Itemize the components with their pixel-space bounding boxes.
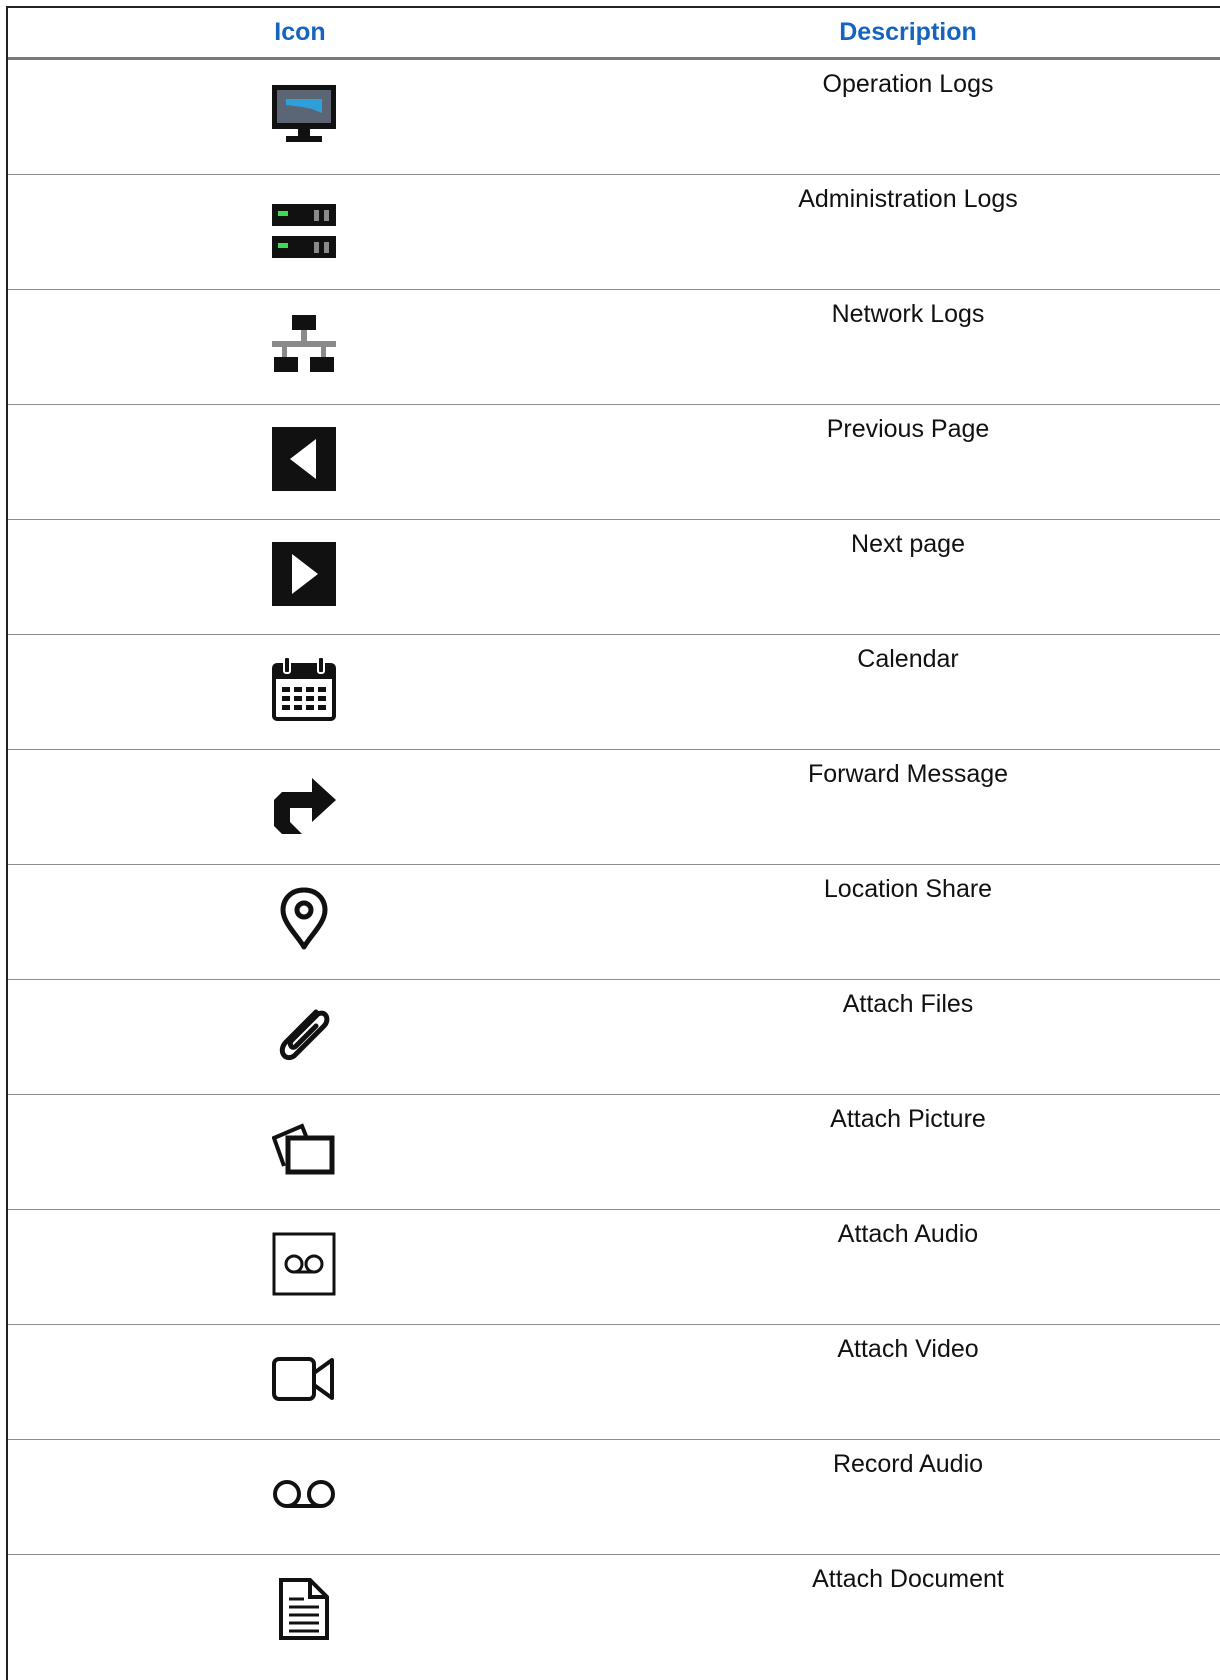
row-description: Previous Page — [826, 415, 990, 443]
voicemail-icon — [270, 1460, 338, 1528]
table-row: Location Share — [8, 865, 1220, 980]
table-row: Attach Document — [8, 1555, 1220, 1670]
table-row: Attach Audio — [8, 1210, 1220, 1325]
row-description: Attach Document — [812, 1565, 1004, 1593]
location-pin-icon — [270, 885, 338, 953]
row-description: Calendar — [857, 645, 959, 673]
table-row: Next page — [8, 520, 1220, 635]
table-row: Attach Video — [8, 1325, 1220, 1440]
document-icon — [270, 1575, 338, 1643]
table-row: Operation Logs — [8, 60, 1220, 175]
row-description: Attach Video — [837, 1335, 979, 1363]
video-camera-icon — [270, 1345, 338, 1413]
table-row: Calendar — [8, 635, 1220, 750]
row-description: Forward Message — [807, 760, 1009, 788]
row-description: Attach Picture — [830, 1105, 986, 1133]
server-icon — [270, 195, 338, 263]
row-description: Administration Logs — [798, 185, 1018, 213]
voicemail-box-icon — [270, 1230, 338, 1298]
row-description: Record Audio — [832, 1450, 984, 1478]
table-header: Icon Description — [8, 8, 1220, 60]
icon-table: Icon Description Operation Logs Administ… — [6, 6, 1220, 1680]
monitor-icon — [270, 80, 338, 148]
table-row: Attach Files — [8, 980, 1220, 1095]
description-column-header: Description — [839, 18, 977, 46]
table-row: Attach Picture — [8, 1095, 1220, 1210]
row-description: Attach Audio — [837, 1220, 979, 1248]
table-row: Forward Message — [8, 750, 1220, 865]
table-row: Previous Page — [8, 405, 1220, 520]
table-row: Administration Logs — [8, 175, 1220, 290]
network-icon — [270, 310, 338, 378]
forward-arrow-icon — [270, 770, 338, 838]
row-description: Location Share — [823, 875, 993, 903]
icon-column-header: Icon — [274, 18, 326, 46]
table-row: Record Audio — [8, 1440, 1220, 1555]
row-description: Attach Files — [842, 990, 974, 1018]
picture-icon — [270, 1115, 338, 1183]
row-description: Operation Logs — [822, 70, 994, 98]
previous-page-icon — [270, 425, 338, 493]
paperclip-icon — [270, 1000, 338, 1068]
row-description: Network Logs — [831, 300, 985, 328]
row-description: Next page — [851, 530, 965, 558]
next-page-icon — [270, 540, 338, 608]
calendar-icon — [270, 655, 338, 723]
table-row: Network Logs — [8, 290, 1220, 405]
